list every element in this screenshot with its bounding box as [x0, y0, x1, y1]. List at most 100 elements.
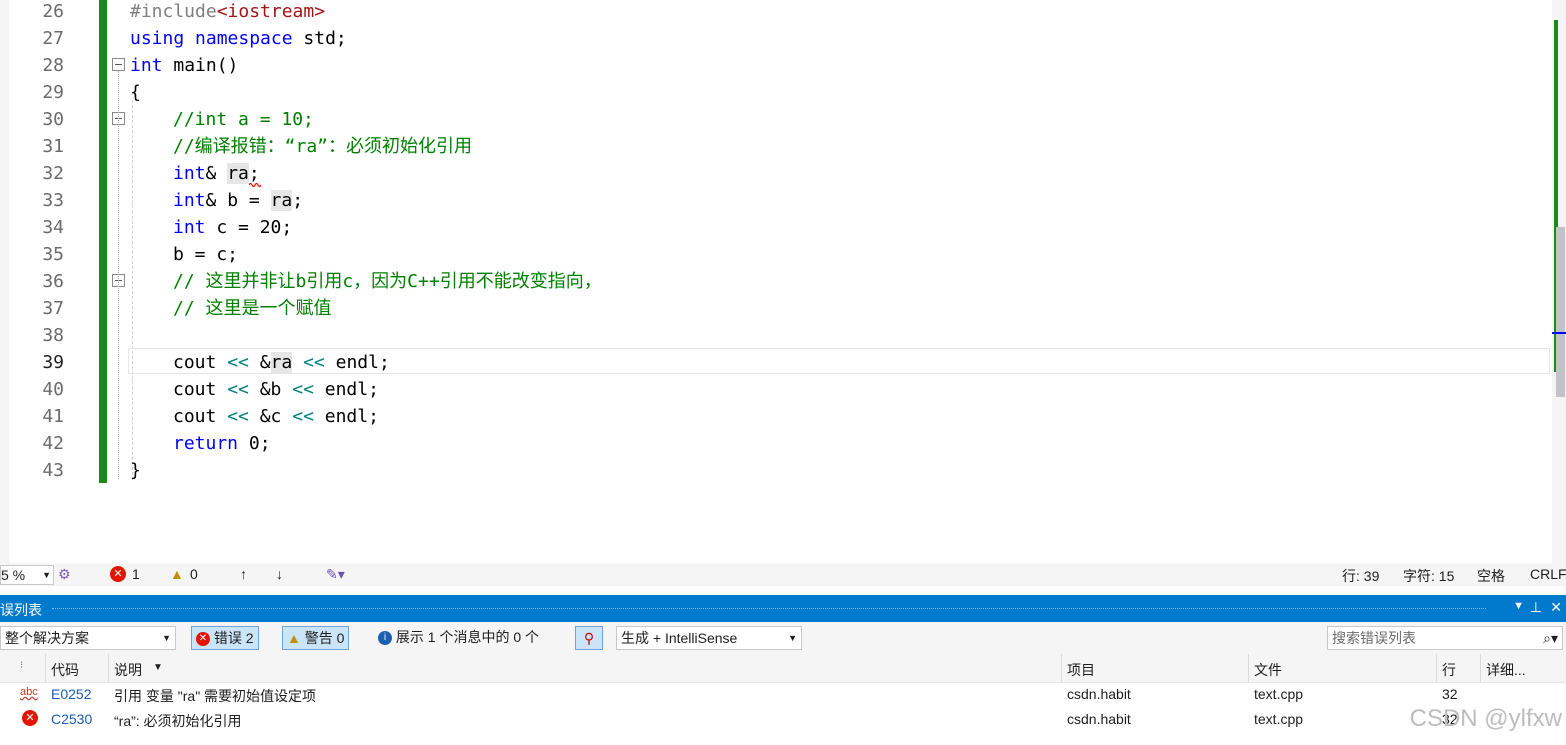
- table-row[interactable]: abc E0252 引用 变量 "ra" 需要初始值设定项 csdn.habit…: [0, 682, 1566, 707]
- line-number: 27: [42, 28, 64, 49]
- line-ending[interactable]: CRLF: [1530, 566, 1566, 582]
- line-number: 33: [42, 190, 64, 211]
- error-icon: ✕: [196, 632, 210, 647]
- column-separator: [1480, 654, 1481, 682]
- error-file: text.cpp: [1254, 686, 1304, 702]
- pin-icon[interactable]: ⊥: [1530, 599, 1542, 616]
- line-number: 40: [42, 379, 64, 400]
- line-number: 28: [42, 55, 64, 76]
- line-number: 36: [42, 271, 64, 292]
- line-number: 32: [42, 163, 64, 184]
- code-line: {: [130, 82, 141, 103]
- code-line: int& ra;: [173, 163, 260, 184]
- zoom-value: 5 %: [1, 567, 26, 583]
- warnings-filter-label: 警告 0: [304, 630, 345, 646]
- cursor-row[interactable]: 行: 39: [1342, 566, 1379, 586]
- source-dropdown[interactable]: 生成 + IntelliSense ▼: [616, 626, 802, 650]
- column-separator: [1061, 654, 1062, 682]
- column-separator: [1248, 654, 1249, 682]
- code-line: return 0;: [173, 433, 271, 454]
- error-project: csdn.habit: [1067, 711, 1131, 727]
- editor-left-strip: [0, 0, 9, 563]
- code-line: // 这里是一个赋值: [173, 298, 332, 319]
- code-line: //编译报错：“ra”：必须初始化引用: [173, 136, 473, 157]
- error-icon[interactable]: ✕: [110, 566, 126, 582]
- column-separator: [1436, 654, 1437, 682]
- arrow-down-icon[interactable]: ↓: [276, 566, 283, 582]
- error-count[interactable]: 1: [132, 566, 140, 582]
- code-line: cout << &b << endl;: [173, 379, 379, 400]
- code-line: // 这里并非让b引用c，因为C++引用不能改变指向，: [173, 271, 602, 292]
- code-line: //int a = 10;: [173, 109, 314, 130]
- warnings-filter-button[interactable]: ▲ 警告 0: [282, 626, 350, 650]
- error-list-toolbar: 整个解决方案 ▼ ✕ 错误 2 ▲ 警告 0 i 展示 1 个消息中的 0 个 ⚲…: [0, 622, 1566, 654]
- filter-icon[interactable]: ⚲: [575, 626, 603, 650]
- code-line: #include<iostream>: [130, 1, 326, 22]
- search-icon: ⌕▾: [1543, 630, 1558, 646]
- line-number: 31: [42, 136, 64, 157]
- column-header-details[interactable]: 详细...: [1486, 660, 1526, 680]
- code-editor[interactable]: 26 27 28 29 30 31 32 33 34 35 36 37 38 3…: [0, 0, 1566, 563]
- code-line: using namespace std;: [130, 28, 347, 49]
- error-project: csdn.habit: [1067, 686, 1131, 702]
- code-cleanup-icon[interactable]: ✎▾: [326, 566, 345, 583]
- cursor-col[interactable]: 字符: 15: [1403, 566, 1454, 586]
- zoom-combo[interactable]: 5 % ▼: [0, 565, 54, 585]
- column-header-description[interactable]: 说明: [114, 660, 142, 680]
- messages-filter-button[interactable]: i 展示 1 个消息中的 0 个: [378, 626, 539, 648]
- window-menu-icon[interactable]: ▼: [1513, 600, 1524, 612]
- change-tracking-bar: [99, 0, 107, 483]
- messages-filter-label: 展示 1 个消息中的 0 个: [395, 629, 540, 645]
- error-list-column-header: ⁝ 代码 说明 ▼ 项目 文件 行 详细...: [0, 654, 1566, 683]
- column-header-file[interactable]: 文件: [1254, 660, 1282, 680]
- chevron-down-icon: ▼: [788, 633, 797, 643]
- line-number: 38: [42, 325, 64, 346]
- watermark: CSDN @ylfxw: [1409, 705, 1562, 732]
- error-line: 32: [1442, 686, 1458, 702]
- table-row[interactable]: ✕ C2530 “ra”: 必须初始化引用 csdn.habit text.cp…: [0, 707, 1566, 732]
- editor-status-bar: 5 % ▼ ⚙ ✕ 1 ▲ 0 ↑ ↓ ✎▾ 行: 39 字符: 15 空格 CR…: [0, 563, 1566, 586]
- scope-dropdown[interactable]: 整个解决方案 ▼: [0, 626, 176, 650]
- errors-filter-label: 错误 2: [213, 630, 254, 646]
- error-list-title: 误列表: [0, 602, 42, 618]
- close-icon[interactable]: ✕: [1550, 599, 1562, 616]
- line-number: 37: [42, 298, 64, 319]
- error-description: 引用 变量 "ra" 需要初始值设定项: [114, 688, 317, 704]
- line-number-current: 39: [42, 352, 64, 373]
- column-header-code[interactable]: 代码: [51, 660, 79, 680]
- error-code-link[interactable]: E0252: [51, 686, 91, 702]
- line-number: 41: [42, 406, 64, 427]
- intellicode-icon[interactable]: ⚙: [58, 566, 71, 583]
- line-number: 26: [42, 1, 64, 22]
- indent-mode[interactable]: 空格: [1477, 566, 1505, 586]
- warning-count[interactable]: 0: [190, 566, 198, 582]
- fold-guide: [118, 71, 120, 479]
- arrow-up-icon[interactable]: ↑: [240, 566, 247, 582]
- vertical-scrollbar[interactable]: [1552, 0, 1566, 563]
- info-icon: i: [378, 631, 392, 646]
- error-description: “ra”: 必须初始化引用: [114, 713, 242, 729]
- column-separator: [45, 654, 46, 682]
- code-line: int& b = ra;: [173, 190, 304, 211]
- scrollbar-caret-marker: [1552, 332, 1566, 334]
- code-line: cout << &c << endl;: [173, 406, 379, 427]
- search-error-list-input[interactable]: 搜索错误列表 ⌕▾: [1327, 626, 1563, 650]
- warning-icon[interactable]: ▲: [170, 566, 184, 582]
- error-file: text.cpp: [1254, 711, 1304, 727]
- scrollbar-thumb[interactable]: [1556, 227, 1565, 397]
- line-number: 35: [42, 244, 64, 265]
- errors-filter-button[interactable]: ✕ 错误 2: [191, 626, 259, 650]
- error-code-link[interactable]: C2530: [51, 711, 92, 727]
- fold-toggle-icon[interactable]: [112, 58, 125, 71]
- code-line-current: cout << &ra << endl;: [173, 352, 390, 373]
- line-number: 29: [42, 82, 64, 103]
- column-separator: [108, 654, 109, 682]
- column-header-project[interactable]: 项目: [1067, 660, 1095, 680]
- scope-value: 整个解决方案: [5, 630, 89, 646]
- severity-column-icon[interactable]: ⁝: [20, 660, 23, 671]
- column-header-line[interactable]: 行: [1442, 660, 1456, 680]
- source-value: 生成 + IntelliSense: [621, 630, 738, 646]
- code-line: int c = 20;: [173, 217, 293, 238]
- error-list-titlebar: 误列表 ▼ ⊥ ✕: [0, 595, 1566, 622]
- sort-icon[interactable]: ▼: [153, 662, 163, 673]
